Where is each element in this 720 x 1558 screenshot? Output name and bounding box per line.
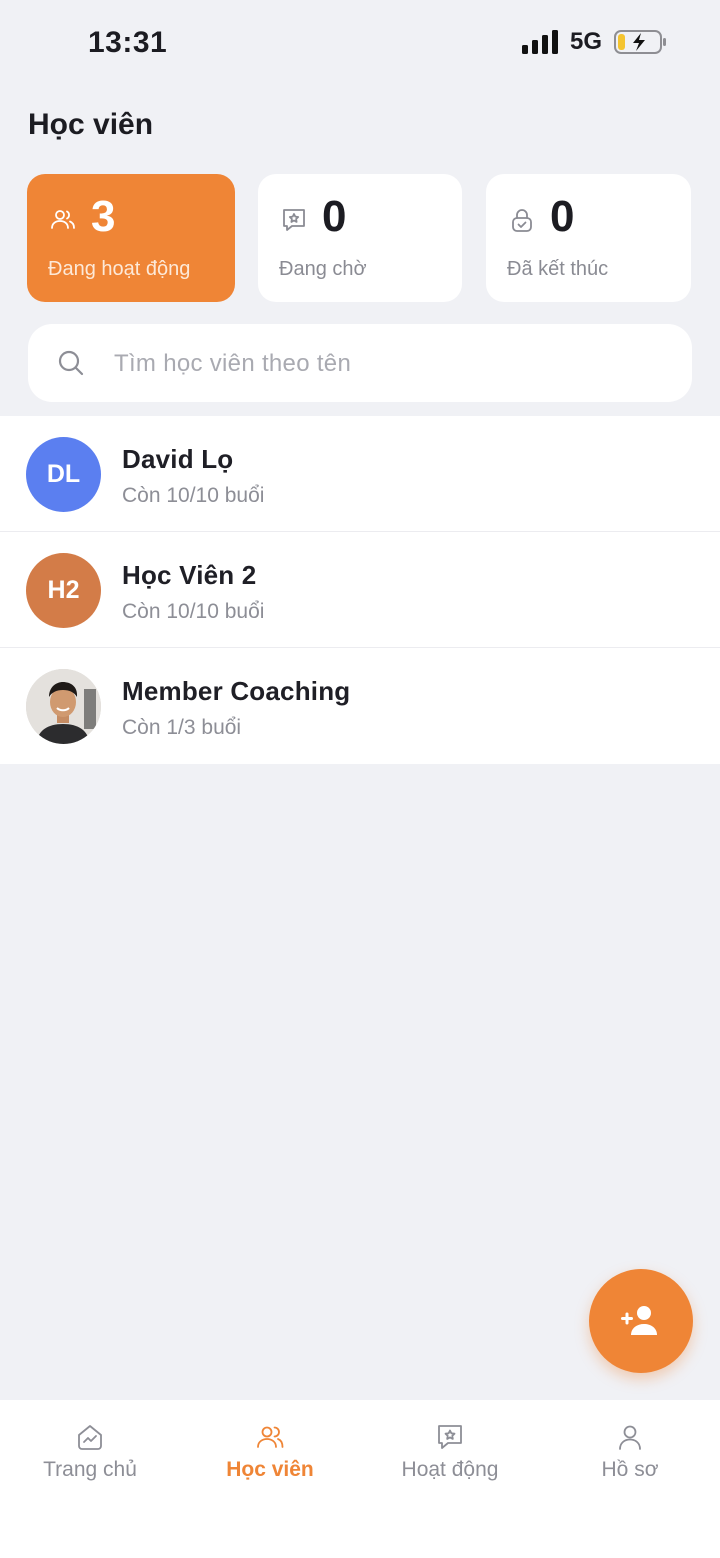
nav-label: Trang chủ bbox=[43, 1458, 137, 1481]
add-student-button[interactable] bbox=[589, 1269, 693, 1373]
member-sessions: Còn 1/3 buổi bbox=[122, 716, 242, 739]
member-sessions: Còn 10/10 buổi bbox=[122, 484, 265, 507]
battery-charging-icon bbox=[614, 30, 666, 54]
nav-item-profile[interactable]: Hồ sơ bbox=[540, 1422, 720, 1482]
nav-label: Học viên bbox=[226, 1458, 314, 1481]
member-name: Học Viên 2 bbox=[122, 560, 257, 590]
star-message-icon bbox=[283, 209, 305, 231]
nav-label: Hoạt động bbox=[401, 1458, 499, 1481]
person-photo-icon bbox=[26, 669, 101, 744]
users-icon bbox=[257, 1426, 284, 1448]
search-placeholder: Tìm học viên theo tên bbox=[114, 350, 352, 377]
network-type: 5G bbox=[569, 28, 602, 55]
list-item[interactable]: DL David Lọ Còn 10/10 buổi bbox=[0, 416, 720, 532]
status-time: 13:31 bbox=[88, 26, 168, 59]
stat-card-ended[interactable]: 0 Đã kết thúc bbox=[486, 174, 691, 302]
add-user-icon bbox=[621, 1306, 657, 1335]
stat-label: Đã kết thúc bbox=[507, 258, 609, 280]
search-icon bbox=[58, 350, 84, 376]
avatar-photo bbox=[26, 669, 101, 744]
status-indicators: 5G bbox=[521, 28, 668, 56]
bottom-nav: Trang chủ Học viên Hoạt động Hồ sơ bbox=[0, 1400, 720, 1558]
member-list: DL David Lọ Còn 10/10 buổi H2 Học Viên 2… bbox=[0, 416, 720, 764]
nav-item-students[interactable]: Học viên bbox=[180, 1422, 360, 1482]
stat-count: 0 bbox=[550, 192, 575, 241]
nav-item-activity[interactable]: Hoạt động bbox=[360, 1422, 540, 1482]
stat-card-active[interactable]: 3 Đang hoạt động bbox=[27, 174, 235, 302]
stat-label: Đang chờ bbox=[279, 258, 367, 280]
lock-check-icon bbox=[512, 209, 532, 232]
page-title: Học viên bbox=[28, 108, 154, 141]
profile-icon bbox=[619, 1425, 641, 1450]
home-chart-icon bbox=[78, 1425, 102, 1450]
stat-card-pending[interactable]: 0 Đang chờ bbox=[258, 174, 462, 302]
stat-count: 3 bbox=[91, 192, 116, 241]
member-name: David Lọ bbox=[122, 444, 234, 474]
star-message-icon bbox=[438, 1425, 462, 1449]
signal-icon bbox=[521, 30, 558, 54]
search-input[interactable]: Tìm học viên theo tên bbox=[28, 324, 692, 402]
status-bar: 13:31 5G bbox=[0, 0, 720, 88]
nav-item-home[interactable]: Trang chủ bbox=[0, 1422, 180, 1482]
stat-label: Đang hoạt động bbox=[48, 258, 191, 280]
list-item[interactable]: H2 Học Viên 2 Còn 10/10 buổi bbox=[0, 532, 720, 648]
list-item[interactable]: Member Coaching Còn 1/3 buổi bbox=[0, 648, 720, 764]
member-name: Member Coaching bbox=[122, 676, 351, 706]
users-icon bbox=[51, 210, 75, 229]
avatar: H2 bbox=[26, 553, 101, 628]
stat-count: 0 bbox=[322, 192, 347, 241]
nav-label: Hồ sơ bbox=[601, 1458, 659, 1481]
avatar: DL bbox=[26, 437, 101, 512]
member-sessions: Còn 10/10 buổi bbox=[122, 600, 265, 623]
